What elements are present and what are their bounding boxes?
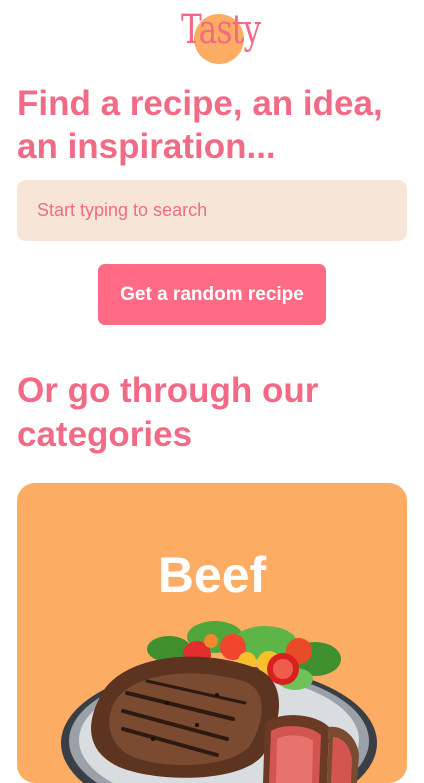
random-recipe-button[interactable]: Get a random recipe [98, 264, 326, 325]
steak [91, 656, 280, 778]
page-headline: Find a recipe, an idea, an inspiration..… [17, 84, 383, 166]
beef-steak-plate-image [61, 621, 377, 783]
logo-text: Tasty [181, 7, 261, 53]
search-input[interactable] [17, 180, 407, 241]
categories-heading: Or go through our categories [17, 371, 319, 454]
category-title: Beef [157, 547, 267, 603]
category-card-beef[interactable]: Beef [17, 483, 407, 783]
tasty-logo[interactable]: Tasty [172, 4, 261, 64]
